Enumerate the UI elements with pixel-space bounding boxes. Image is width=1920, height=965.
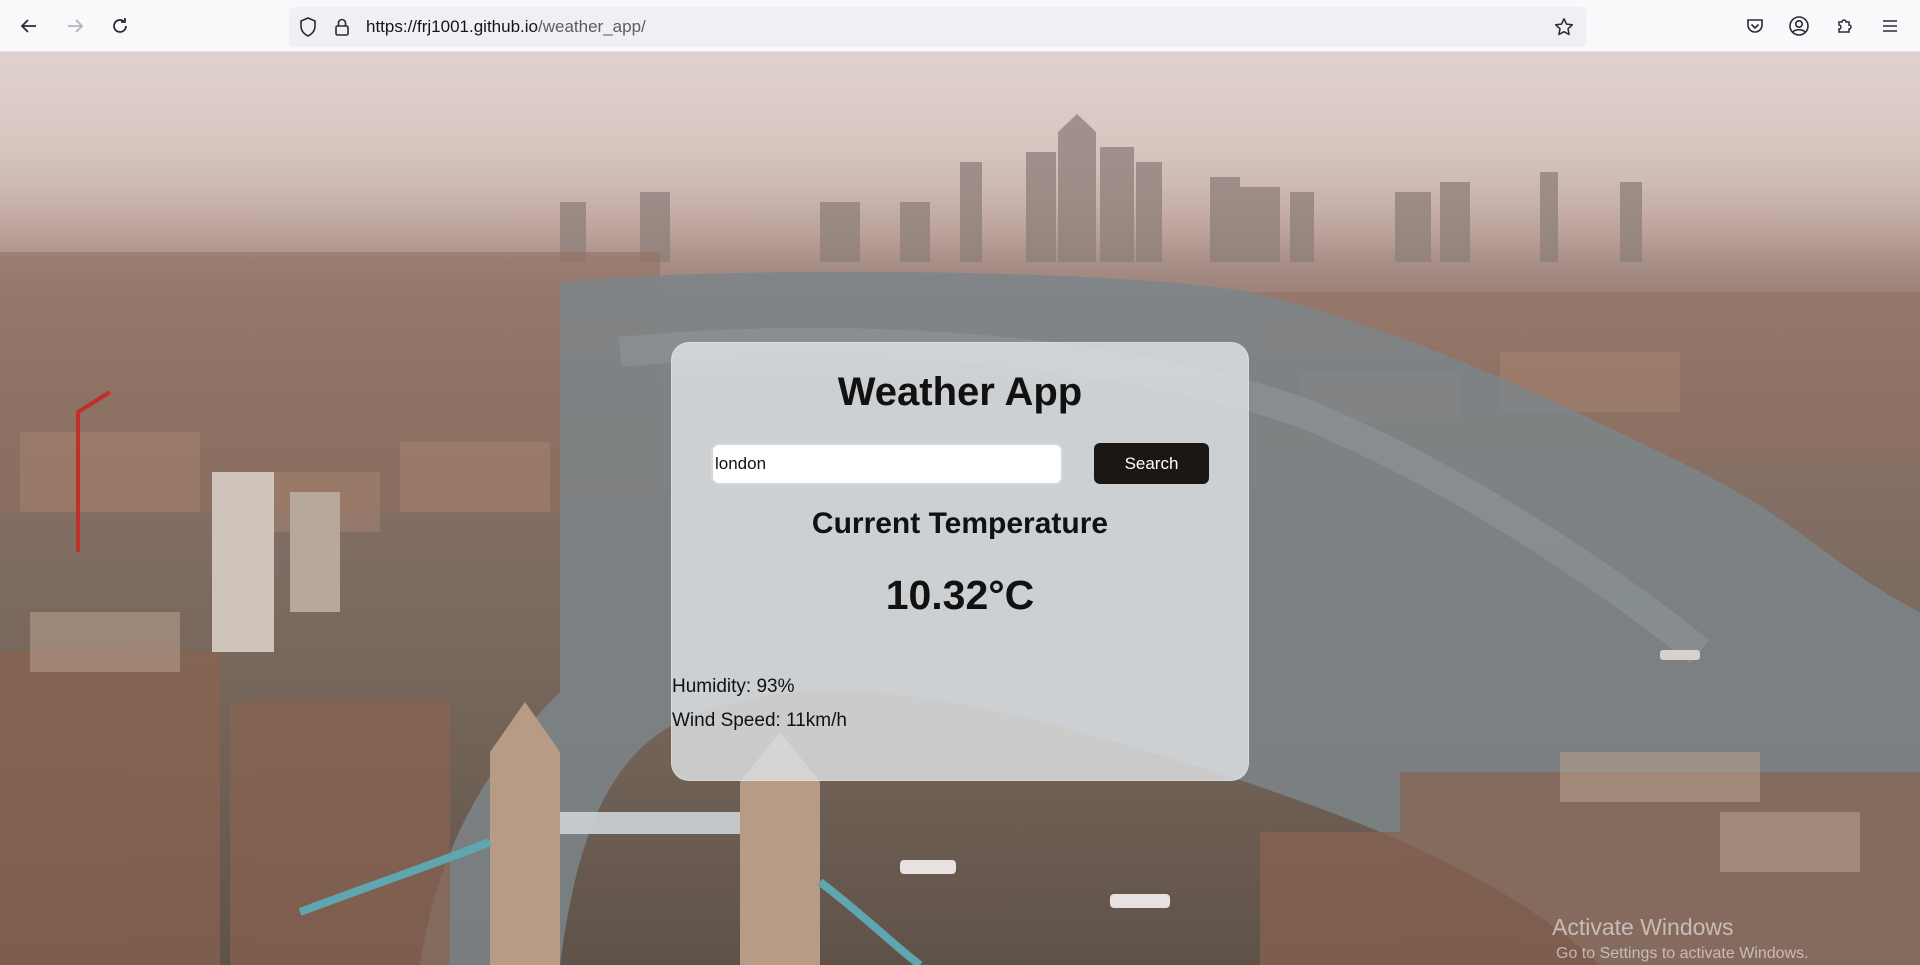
wind-speed-text: Wind Speed: 11km/h <box>672 710 847 731</box>
pocket-icon[interactable] <box>1743 14 1767 38</box>
lock-icon[interactable] <box>331 16 353 38</box>
url-text[interactable]: https://frj1001.github.io/weather_app/ <box>366 17 646 37</box>
humidity-text: Humidity: 93% <box>672 676 795 697</box>
star-icon[interactable] <box>1553 16 1575 38</box>
account-icon[interactable] <box>1787 14 1811 38</box>
city-search-input[interactable] <box>711 443 1063 485</box>
hamburger-menu-icon[interactable] <box>1878 14 1902 38</box>
page-background: Weather App Search Current Temperature 1… <box>0 52 1920 965</box>
reload-icon[interactable] <box>107 13 133 39</box>
browser-toolbar: https://frj1001.github.io/weather_app/ <box>0 0 1920 52</box>
url-path: /weather_app/ <box>538 17 646 36</box>
watermark-title: Activate Windows <box>1552 914 1734 940</box>
back-arrow-icon[interactable] <box>16 13 42 39</box>
address-bar[interactable]: https://frj1001.github.io/weather_app/ <box>289 7 1586 47</box>
forward-arrow-icon[interactable] <box>62 13 88 39</box>
temperature-value: 10.32°C <box>885 572 1035 618</box>
search-button[interactable]: Search <box>1094 443 1209 484</box>
url-host: https://frj1001.github.io <box>366 17 539 36</box>
app-title: Weather App <box>837 370 1083 414</box>
puzzle-icon[interactable] <box>1833 14 1857 38</box>
temperature-heading: Current Temperature <box>811 507 1109 540</box>
windows-activation-watermark: Activate Windows Go to Settings to activ… <box>1552 914 1809 963</box>
watermark-subtitle: Go to Settings to activate Windows. <box>1556 945 1809 962</box>
weather-card: Weather App Search Current Temperature 1… <box>671 342 1249 781</box>
shield-icon[interactable] <box>297 16 319 38</box>
